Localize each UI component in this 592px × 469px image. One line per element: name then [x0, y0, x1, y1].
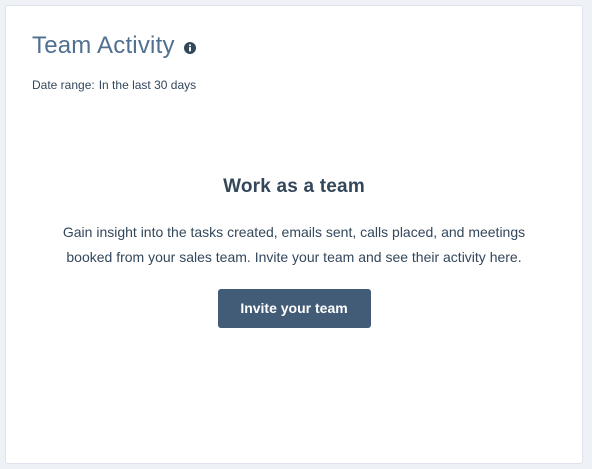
date-range-value: In the last 30 days: [98, 78, 197, 92]
date-range: Date range: In the last 30 days: [32, 78, 196, 92]
empty-state-heading: Work as a team: [223, 176, 365, 197]
card-header: Team Activity: [32, 32, 196, 60]
date-range-label: Date range:: [32, 78, 95, 92]
info-circle-icon[interactable]: [183, 42, 196, 54]
empty-state: Work as a team Gain insight into the tas…: [6, 176, 582, 328]
team-activity-card: Team Activity Date range: In the last 30…: [5, 5, 583, 464]
invite-team-button[interactable]: Invite your team: [217, 289, 371, 328]
empty-state-description: Gain insight into the tasks created, ema…: [62, 224, 526, 265]
card-title: Team Activity: [32, 32, 175, 59]
